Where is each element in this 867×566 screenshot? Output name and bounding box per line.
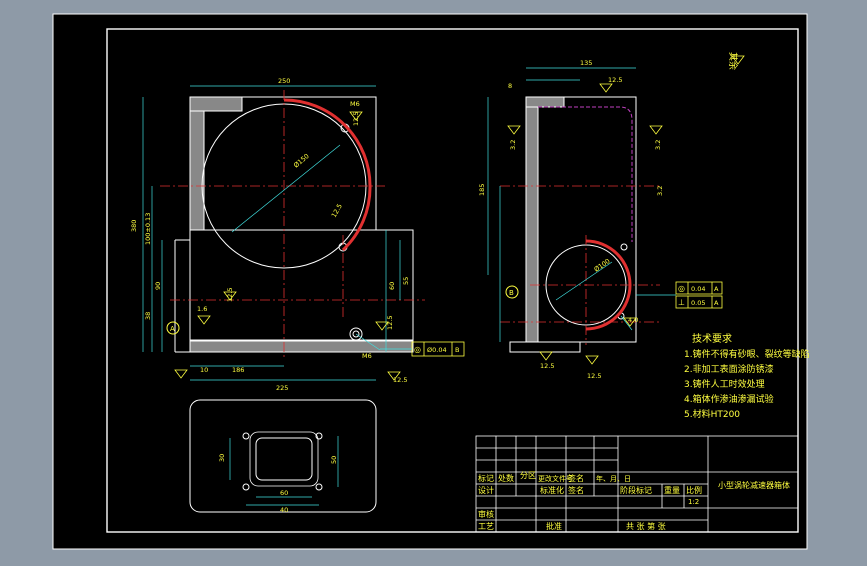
- dim-overall-width: 250: [278, 77, 290, 85]
- tb-zone: 分区: [520, 471, 536, 480]
- side-dim-left-b: 185: [478, 184, 486, 196]
- dim-hole: M6: [350, 100, 360, 108]
- front-base-wall: [189, 340, 414, 353]
- gdt-datum: B: [455, 346, 459, 354]
- corner-roughness-note: 其余: [727, 52, 739, 70]
- cad-drawing: 250 380 100±0.13 90 Ø150 225 186 10 60 5…: [52, 13, 810, 550]
- side-dim-left-a: 3.2: [509, 140, 517, 150]
- tb-design: 设计: [478, 485, 494, 495]
- svg-text:A: A: [714, 299, 719, 307]
- tb-mark: 标记: [478, 473, 494, 483]
- tech-title: 技术要求: [692, 332, 732, 345]
- bottom-dim-h2: 50: [330, 456, 338, 464]
- tb-stage: 阶段标记: [620, 485, 652, 495]
- front-left-wall: [189, 96, 205, 231]
- datum-a-label: A: [170, 325, 175, 333]
- dim-right-step: 60: [388, 282, 396, 290]
- drawing-window: 250 380 100±0.13 90 Ø150 225 186 10 60 5…: [0, 0, 867, 562]
- tb-sign: 签名: [568, 473, 584, 483]
- gdt-value: Ø0.04: [427, 346, 447, 354]
- dim-step-h: 90: [154, 282, 162, 290]
- dim-height: 380: [130, 220, 138, 232]
- bottom-dim-h1: 30: [218, 454, 226, 462]
- tb-approve: 批准: [546, 521, 562, 531]
- side-top-wall: [525, 96, 565, 108]
- side-dim-right-a: 3.2: [654, 140, 662, 150]
- tech-item: 5.材料HT200: [684, 408, 740, 420]
- front-top-wall: [189, 96, 243, 112]
- tb-sheets: 共 张 第 张: [626, 521, 666, 531]
- dim-dim-mid: 186: [232, 366, 244, 374]
- side-rough-br2: 12.5: [587, 372, 601, 380]
- dim-hole2: M6: [362, 352, 372, 360]
- svg-text:A: A: [714, 285, 719, 293]
- dim-small-tol: 1.6: [197, 305, 207, 313]
- tb-ratio: 比例: [686, 485, 702, 495]
- tech-item: 4.箱体作渗油渗漏试验: [684, 393, 774, 405]
- datum-b-label: B: [509, 289, 514, 297]
- gdt-symbol: ◎: [414, 345, 421, 354]
- tech-item: 2.非加工表面涂防锈漆: [684, 363, 774, 375]
- tb-date: 年、月、日: [596, 474, 631, 483]
- part-name: 小型涡轮减速器箱体: [718, 480, 790, 490]
- side-dim-top: 135: [580, 59, 592, 67]
- tb-standard: 标准化: [540, 485, 564, 495]
- bottom-dim-w1: 60: [280, 489, 288, 497]
- side-left-wall: [525, 96, 539, 343]
- sheet-outer-border: [52, 13, 808, 550]
- dim-right-h: 55: [402, 277, 410, 285]
- svg-text:0.04: 0.04: [691, 285, 705, 293]
- side-dim-right-b: 3.2: [656, 186, 664, 196]
- svg-text:◎: ◎: [678, 284, 685, 293]
- tb-count: 处数: [498, 473, 514, 483]
- dim-left-low: 10: [200, 366, 208, 374]
- side-rough-br1: 12.5: [540, 362, 554, 370]
- tech-item: 3.铸件人工时效处理: [684, 378, 765, 390]
- tech-item: 1.铸件不得有砂眼、裂纹等缺陷: [684, 348, 810, 360]
- svg-text:0.05: 0.05: [691, 299, 705, 307]
- tb-scale: 1:2: [688, 498, 699, 506]
- tb-weight: 重量: [664, 485, 680, 495]
- rough-r1: 12.5: [352, 112, 360, 126]
- dim-base-width: 225: [276, 384, 288, 392]
- bottom-dim-w2: 40: [280, 506, 288, 514]
- side-rough-low: 4.0: [628, 316, 638, 324]
- side-rough-top: 12.5: [608, 76, 622, 84]
- dim-base-h: 38: [144, 312, 152, 320]
- side-dim-top2: 8: [508, 82, 512, 90]
- svg-text:⊥: ⊥: [678, 298, 685, 307]
- tb-sign2: 签名: [568, 485, 584, 495]
- rough-r5: 12.5: [393, 376, 407, 384]
- tb-process: 工艺: [478, 522, 494, 531]
- dim-height-tol: 100±0.13: [144, 213, 152, 245]
- tb-review: 审核: [478, 509, 494, 519]
